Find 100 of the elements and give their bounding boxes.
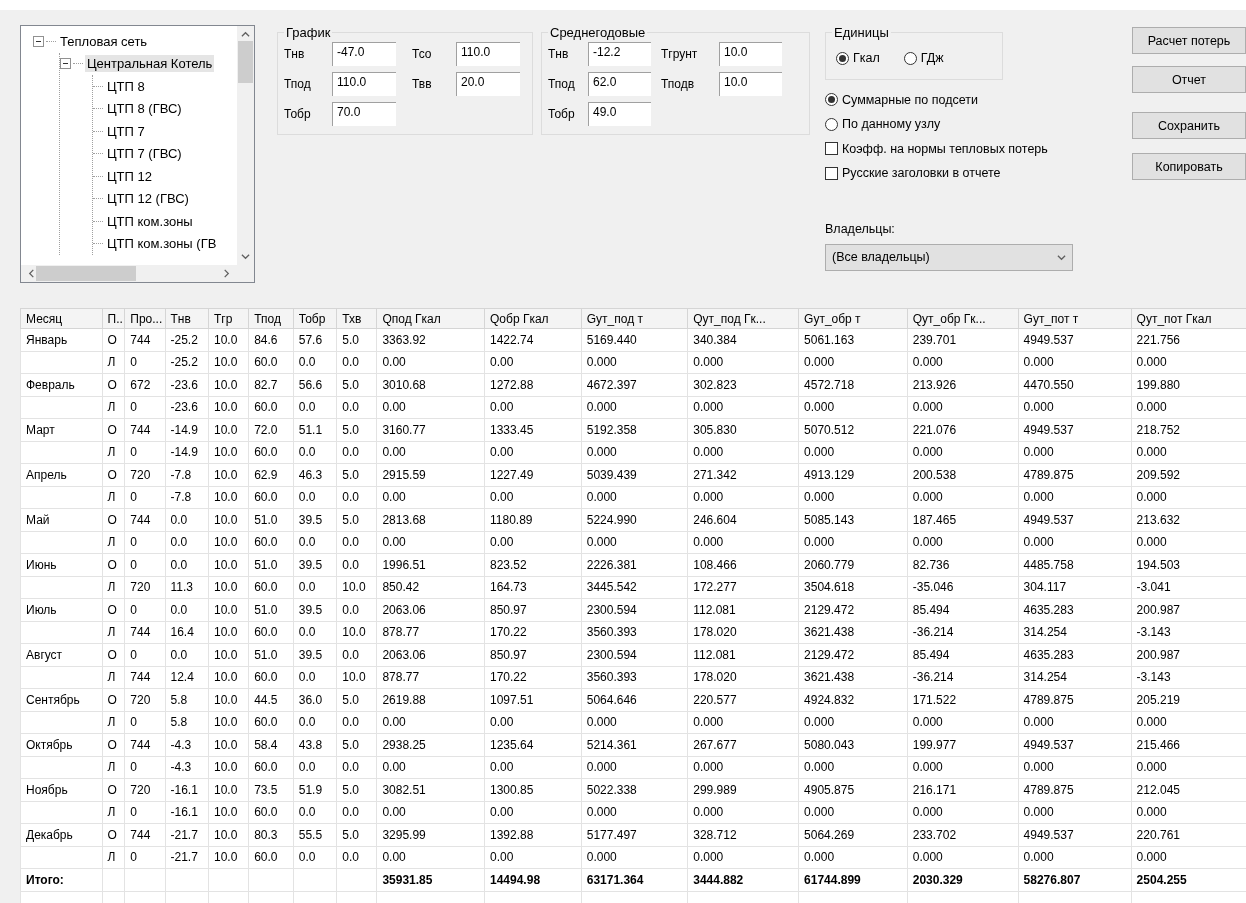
column-header[interactable]: Gyт_обр т: [798, 308, 908, 329]
table-cell: 1392.88: [484, 823, 582, 846]
table-cell: 2300.594: [581, 598, 688, 621]
column-header[interactable]: Тнв: [165, 308, 209, 329]
input-field[interactable]: -12.2: [588, 42, 651, 66]
column-header[interactable]: Тхв: [336, 308, 377, 329]
table-cell: 0.000: [581, 531, 688, 554]
collapse-icon[interactable]: [60, 58, 71, 70]
table-cell: 744: [124, 621, 165, 644]
vertical-scrollbar[interactable]: [237, 26, 254, 265]
action-button[interactable]: Расчет потерь: [1132, 27, 1246, 54]
tree-item[interactable]: ЦТП 12: [105, 167, 154, 185]
tree-item[interactable]: Центральная Котель: [85, 55, 215, 73]
checkbox[interactable]: [825, 166, 838, 180]
table-cell: 39.5: [293, 643, 337, 666]
input-field[interactable]: 62.0: [588, 72, 651, 96]
scrollbar-thumb[interactable]: [36, 266, 136, 281]
table-cell: 0.000: [1018, 486, 1132, 509]
column-header[interactable]: Тобр: [293, 308, 337, 329]
action-button[interactable]: Копировать: [1132, 153, 1246, 180]
column-header[interactable]: Gyт_пот т: [1018, 308, 1132, 329]
table-cell: 0.00: [376, 396, 485, 419]
table-cell: -23.6: [165, 396, 209, 419]
table-cell: 60.0: [248, 711, 294, 734]
radio-button[interactable]: [836, 51, 849, 65]
table-cell: 0.000: [581, 846, 688, 869]
column-header[interactable]: Qyт_под Гк...: [687, 308, 799, 329]
action-button[interactable]: Отчет: [1132, 66, 1246, 93]
tree-item[interactable]: ЦТП 7 (ГВС): [105, 145, 184, 163]
input-field[interactable]: 49.0: [588, 102, 651, 126]
table-cell: 0.000: [798, 711, 908, 734]
scrollbar-thumb[interactable]: [238, 41, 253, 83]
table-cell: 0.0: [165, 531, 209, 554]
tree-item[interactable]: Тепловая сеть: [58, 32, 150, 50]
table-cell: 170.22: [484, 666, 582, 689]
tree-item[interactable]: ЦТП 7: [105, 122, 147, 140]
column-header[interactable]: Qyт_обр Гк...: [907, 308, 1019, 329]
checkbox[interactable]: [825, 142, 838, 156]
input-field[interactable]: 20.0: [456, 72, 520, 96]
input-field[interactable]: 110.0: [456, 42, 520, 66]
table-cell: 0.000: [581, 441, 688, 464]
input-field[interactable]: 70.0: [332, 102, 396, 126]
tree-item[interactable]: ЦТП ком.зоны: [105, 212, 195, 230]
table-cell: 0.0: [293, 531, 337, 554]
radio-button[interactable]: [903, 51, 917, 65]
tree-item[interactable]: ЦТП 12 (ГВС): [105, 190, 191, 208]
table-cell: 2813.68: [376, 508, 485, 531]
collapse-icon[interactable]: [33, 35, 44, 47]
column-header[interactable]: Про...: [124, 308, 165, 329]
column-header[interactable]: Тгр: [208, 308, 249, 329]
table-cell: 0.000: [1018, 711, 1132, 734]
column-header[interactable]: Gyт_под т: [581, 308, 688, 329]
table-cell: 3621.438: [798, 621, 908, 644]
column-header[interactable]: П..: [102, 308, 125, 329]
table-cell: 200.538: [907, 463, 1019, 486]
table-cell: Апрель: [20, 463, 102, 486]
radio-button[interactable]: [825, 117, 838, 131]
tree-item[interactable]: ЦТП ком.зоны (ГВ: [105, 235, 219, 253]
input-field[interactable]: -47.0: [332, 42, 396, 66]
input-field[interactable]: 10.0: [719, 42, 782, 66]
table-cell: 5039.439: [581, 463, 688, 486]
column-header[interactable]: Месяц: [20, 308, 102, 329]
column-header[interactable]: Qобр Гкал: [484, 308, 582, 329]
owners-dropdown[interactable]: (Все владельцы): [825, 243, 1073, 271]
table-cell: 850.42: [376, 576, 485, 599]
column-header[interactable]: Qпод Гкал: [376, 308, 485, 329]
table-cell: 1300.85: [484, 778, 582, 801]
table-cell: 0.0: [293, 351, 337, 374]
table-cell: 4924.832: [798, 688, 908, 711]
radio-button[interactable]: [825, 93, 838, 107]
table-cell: 0.00: [484, 351, 582, 374]
table-cell: 5.0: [336, 823, 377, 846]
table-cell: 0.0: [293, 801, 337, 824]
column-header[interactable]: Тпод: [248, 308, 294, 329]
total-cell: 58276.807: [1018, 868, 1132, 891]
tree-item[interactable]: ЦТП 8: [105, 77, 147, 95]
radio-label: Гкал: [853, 51, 880, 66]
tree-item[interactable]: ЦТП 8 (ГВС): [105, 100, 184, 118]
table-cell: -16.1: [165, 778, 209, 801]
action-button[interactable]: Сохранить: [1132, 112, 1246, 139]
input-field[interactable]: 10.0: [719, 72, 782, 96]
table-cell: 3295.99: [376, 823, 485, 846]
horizontal-scrollbar[interactable]: [21, 265, 237, 282]
table-cell: 0.0: [336, 441, 377, 464]
table-cell: 84.6: [248, 328, 294, 351]
table-cell: 43.8: [293, 733, 337, 756]
table-cell: 0.000: [687, 531, 799, 554]
table-cell: О: [102, 553, 125, 576]
table-cell: 0.0: [336, 801, 377, 824]
table-cell: Февраль: [20, 373, 102, 396]
table-cell: 3363.92: [376, 328, 485, 351]
input-field[interactable]: 110.0: [332, 72, 396, 96]
table-cell: 60.0: [248, 486, 294, 509]
table-cell: 720: [124, 576, 165, 599]
chevron-down-icon[interactable]: [1057, 252, 1066, 262]
field-label: Тпод: [548, 77, 576, 91]
table-cell: 5169.440: [581, 328, 688, 351]
table-cell: 0.000: [907, 531, 1019, 554]
table-cell: 3560.393: [581, 666, 688, 689]
column-header[interactable]: Qyт_пот Гкал: [1131, 308, 1246, 329]
